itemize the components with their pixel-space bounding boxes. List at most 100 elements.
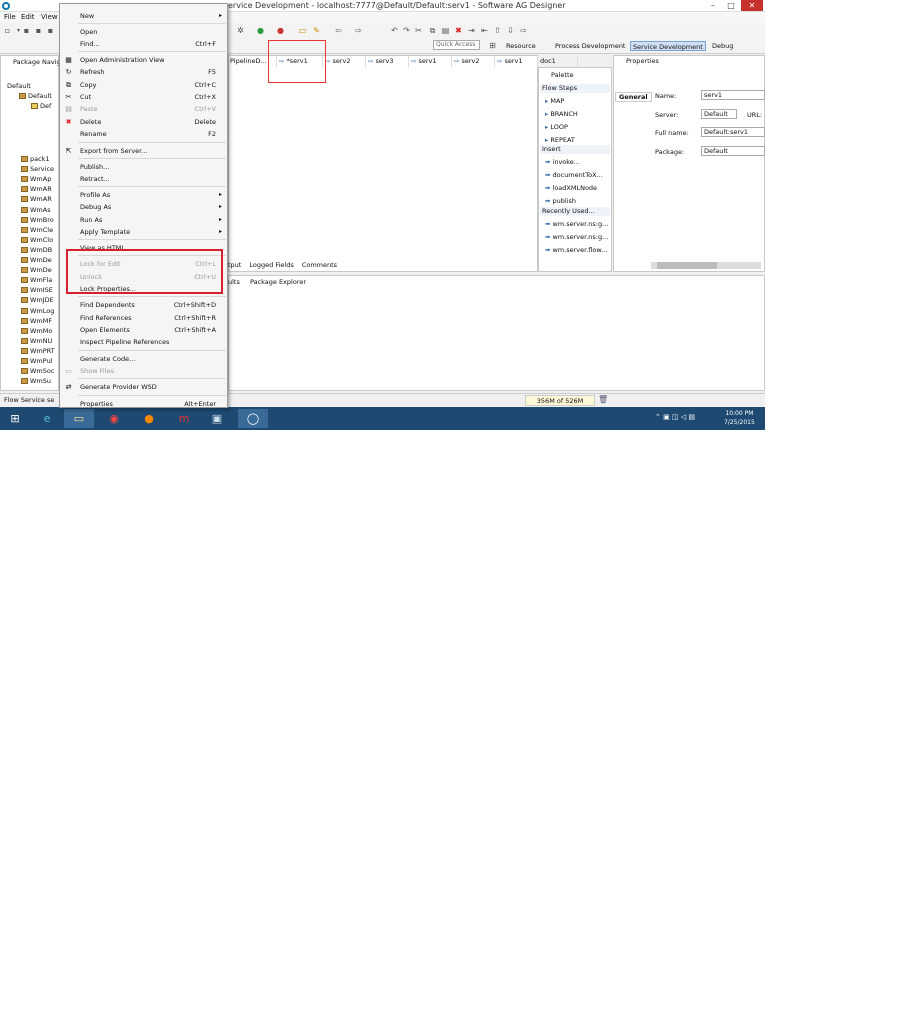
- app-m-icon[interactable]: m: [169, 409, 199, 428]
- palette-item[interactable]: ▸ REPEAT: [545, 136, 575, 144]
- context-menu-item[interactable]: Run As ▸: [60, 214, 227, 226]
- step-icon[interactable]: ⇨: [519, 26, 528, 35]
- tab-results[interactable]: ults: [228, 278, 240, 286]
- context-menu-item[interactable]: Find... Ctrl+F: [60, 38, 227, 50]
- context-menu-item[interactable]: Publish...: [60, 161, 227, 173]
- tree-package-item[interactable]: WmNU: [21, 337, 52, 345]
- context-menu-item[interactable]: Open Elements Ctrl+Shift+A: [60, 324, 227, 336]
- tree-package-item[interactable]: WmDe: [21, 256, 52, 264]
- context-menu-item[interactable]: Profile As ▸: [60, 189, 227, 201]
- tree-package-item[interactable]: Service: [21, 165, 54, 173]
- properties-tab[interactable]: Properties: [626, 57, 659, 65]
- tab-logged-fields[interactable]: Logged Fields: [249, 261, 293, 269]
- chrome-icon[interactable]: ◉: [99, 409, 129, 428]
- editor-tab[interactable]: ⇨ serv3: [366, 56, 409, 67]
- ie-icon[interactable]: e: [32, 409, 62, 428]
- editor-tab[interactable]: ⇨ serv2: [452, 56, 495, 67]
- tree-pkg-default[interactable]: Default: [19, 92, 52, 100]
- editor-tab[interactable]: ⇨ serv1: [495, 56, 538, 67]
- tree-package-item[interactable]: pack1: [21, 155, 50, 163]
- delete-icon[interactable]: ✖: [454, 26, 463, 35]
- tree-package-item[interactable]: WmLog: [21, 307, 54, 315]
- tree-package-item[interactable]: WmCle: [21, 226, 53, 234]
- palette-item[interactable]: ➡ wm.server.ns:g...: [545, 220, 608, 228]
- explorer-icon[interactable]: ▭: [64, 409, 94, 428]
- palette-item[interactable]: ▸ BRANCH: [545, 110, 578, 118]
- palette-flow-steps-header[interactable]: Flow Steps: [540, 84, 610, 93]
- context-menu-item[interactable]: Inspect Pipeline References: [60, 336, 227, 348]
- context-menu-item[interactable]: ⧉ Copy Ctrl+C: [60, 79, 227, 91]
- palette-item[interactable]: ➡ wm.server.ns:g...: [545, 233, 608, 241]
- menu-file[interactable]: File: [4, 13, 16, 21]
- tree-package-item[interactable]: WmMo: [21, 327, 52, 335]
- undo-icon[interactable]: ↶: [390, 26, 399, 35]
- back-icon[interactable]: ⇦: [334, 26, 343, 35]
- tree-root-default[interactable]: Default: [7, 82, 31, 90]
- maximize-button[interactable]: □: [722, 0, 740, 11]
- tree-package-item[interactable]: WmDe: [21, 266, 52, 274]
- context-menu-item[interactable]: Debug As ▸: [60, 201, 227, 213]
- tray-icons[interactable]: ⌃ ▣ ◫ ◁ ▤: [655, 413, 695, 421]
- context-menu-item[interactable]: New ▸: [60, 10, 227, 22]
- paste-icon[interactable]: ▤: [441, 26, 450, 35]
- copy-icon[interactable]: ⧉: [428, 26, 437, 35]
- profile-icon[interactable]: ●: [276, 26, 285, 35]
- editor-tab[interactable]: ⇨ serv2: [323, 56, 366, 67]
- palette-item[interactable]: ➡ wm.server.flow...: [545, 246, 607, 254]
- palette-recent-header[interactable]: Recently Used...: [540, 207, 610, 216]
- open-perspective-icon[interactable]: ⊞: [488, 41, 497, 50]
- tree-package-item[interactable]: WmPul: [21, 357, 53, 365]
- context-menu-item[interactable]: ↻ Refresh F5: [60, 66, 227, 78]
- clock[interactable]: 10:00 PM 7/25/2015: [724, 409, 755, 427]
- editor-tab[interactable]: ⇨ serv1: [409, 56, 452, 67]
- tab-output[interactable]: tput: [228, 261, 241, 269]
- context-menu-item[interactable]: Apply Template ▸: [60, 226, 227, 238]
- context-menu-item[interactable]: ✖ Delete Delete: [60, 116, 227, 128]
- palette-item[interactable]: ▸ MAP: [545, 97, 564, 105]
- palette-item[interactable]: ➡ documentToX...: [545, 171, 603, 179]
- context-menu-item[interactable]: Generate Code...: [60, 353, 227, 365]
- tool-icon[interactable]: ✎: [312, 26, 321, 35]
- context-menu-item[interactable]: Retract...: [60, 173, 227, 185]
- tree-folder-default[interactable]: Def: [31, 102, 51, 110]
- perspective-process-development[interactable]: Process Development: [553, 41, 627, 51]
- debug-icon[interactable]: ✲: [236, 26, 245, 35]
- tree-package-item[interactable]: WmAR: [21, 185, 52, 193]
- prop-package-field[interactable]: Default: [701, 146, 765, 156]
- save-icon[interactable]: ▪: [22, 26, 31, 35]
- cut-icon[interactable]: ✂: [414, 26, 423, 35]
- start-icon[interactable]: ⊞: [0, 409, 30, 428]
- window-app-icon[interactable]: ▣: [202, 409, 232, 428]
- tree-package-item[interactable]: WmAp: [21, 175, 51, 183]
- palette-item[interactable]: ➡ loadXMLNode: [545, 184, 597, 192]
- indent-icon[interactable]: ⇥: [467, 26, 476, 35]
- move-up-icon[interactable]: ⇧: [493, 26, 502, 35]
- tree-package-item[interactable]: WmPRT: [21, 347, 55, 355]
- palette-item[interactable]: ➡ publish: [545, 197, 576, 205]
- context-menu-item[interactable]: Find Dependents Ctrl+Shift+D: [60, 299, 227, 311]
- menu-edit[interactable]: Edit: [21, 13, 35, 21]
- tab-comments[interactable]: Comments: [302, 261, 337, 269]
- tree-package-item[interactable]: WmSu: [21, 377, 51, 385]
- save-all-icon[interactable]: ▪: [34, 26, 43, 35]
- perspective-service-development[interactable]: Service Development: [630, 41, 706, 51]
- prop-fullname-field[interactable]: Default:serv1: [701, 127, 765, 137]
- tree-package-item[interactable]: WmBro: [21, 216, 54, 224]
- perspective-resource[interactable]: Resource: [504, 41, 538, 51]
- tab-package-explorer[interactable]: Package Explorer: [250, 278, 306, 286]
- properties-general-tab[interactable]: General: [615, 92, 652, 102]
- designer-task-icon[interactable]: ◯: [238, 409, 268, 428]
- menu-view[interactable]: View: [41, 13, 58, 21]
- prop-server-field[interactable]: Default: [701, 109, 737, 119]
- outdent-icon[interactable]: ⇤: [480, 26, 489, 35]
- tree-package-item[interactable]: WmJDE: [21, 296, 54, 304]
- context-menu-item[interactable]: Properties Alt+Enter: [60, 398, 227, 410]
- package-navigator-tab[interactable]: Package Navig: [13, 58, 61, 66]
- palette-insert-header[interactable]: Insert: [540, 145, 610, 154]
- print-icon[interactable]: ▪: [46, 26, 55, 35]
- context-menu-item[interactable]: ⇱ Export from Server...: [60, 145, 227, 157]
- context-menu-item[interactable]: Find References Ctrl+Shift+R: [60, 312, 227, 324]
- tree-package-item[interactable]: WmDB: [21, 246, 52, 254]
- editor-tab[interactable]: doc1: [538, 56, 578, 67]
- move-down-icon[interactable]: ⇩: [506, 26, 515, 35]
